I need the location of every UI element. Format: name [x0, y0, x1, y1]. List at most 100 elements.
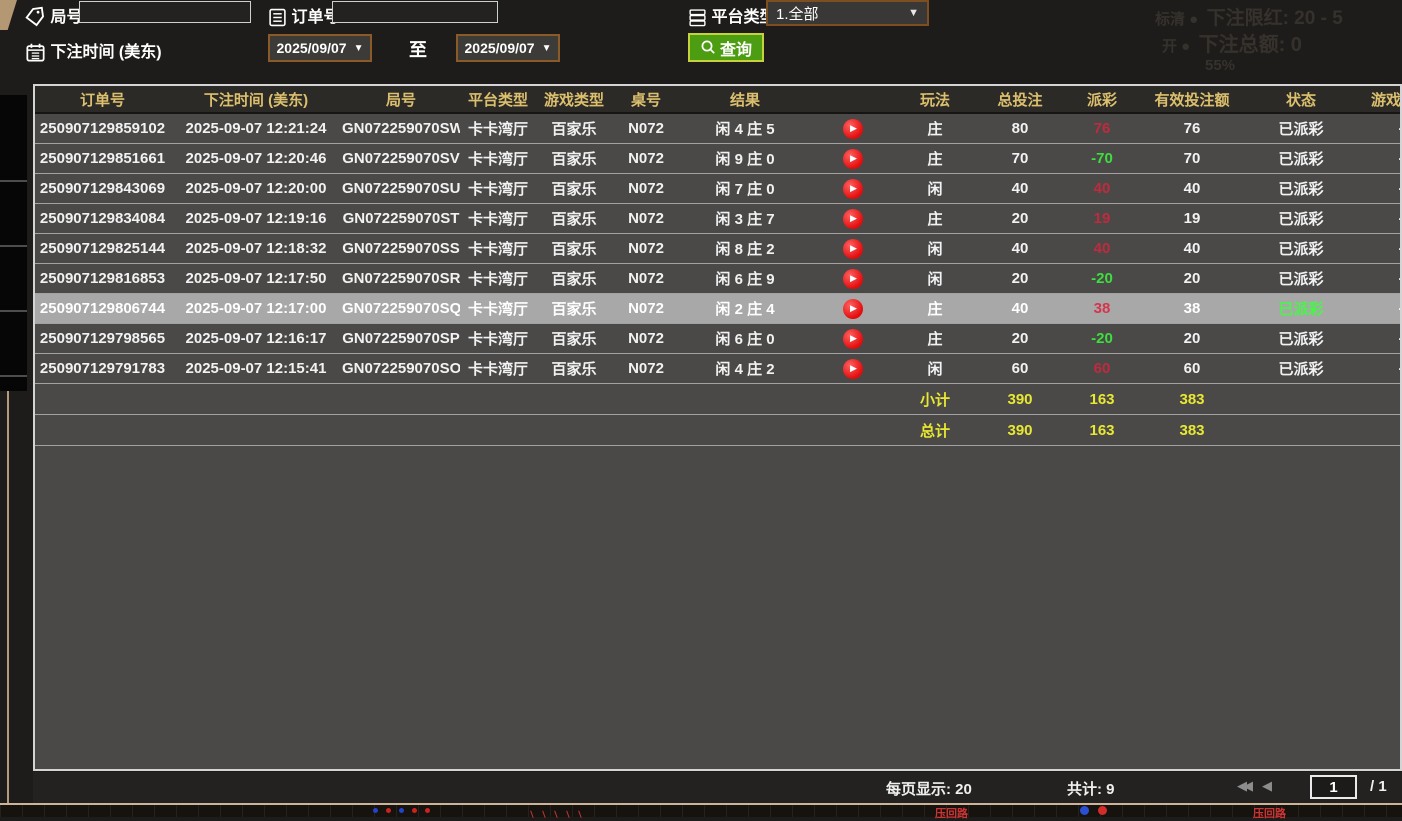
order-input[interactable]	[332, 1, 498, 23]
cell-table-number: N072	[612, 113, 680, 144]
table-row[interactable]: 250907129806744 2025-09-07 12:17:00 GN07…	[35, 294, 1402, 324]
road-circle-blue	[1080, 806, 1089, 815]
play-video-button[interactable]: ▶	[843, 179, 863, 199]
page-number-input[interactable]	[1310, 775, 1357, 799]
platform-type-select[interactable]: 1.全部 ▼	[766, 0, 929, 26]
background-left-line	[7, 391, 9, 803]
table-row[interactable]: 250907129798565 2025-09-07 12:16:17 GN07…	[35, 324, 1402, 354]
cell-table-number: N072	[612, 144, 680, 174]
cell-platform-type: 卡卡湾厅	[460, 354, 536, 384]
cell-total-bet: 40	[975, 294, 1065, 324]
cell-result: 闲 6 庄 0	[680, 324, 810, 354]
play-icon: ▶	[850, 334, 857, 343]
background-game-sliver: ﹨﹨﹨﹨﹨ 压回路 压回路	[0, 805, 1402, 817]
column-header: 总投注	[975, 86, 1065, 113]
cell-bet-type: 庄	[895, 204, 975, 234]
cell-payout: 40	[1065, 234, 1139, 264]
play-video-button[interactable]: ▶	[843, 119, 863, 139]
cell-bet-time: 2025-09-07 12:17:50	[170, 264, 342, 294]
round-field-label: 局号	[25, 3, 82, 28]
chevron-down-icon: ▼	[354, 43, 364, 54]
cell-status: 已派彩	[1245, 294, 1357, 324]
cell-bet-time: 2025-09-07 12:20:46	[170, 144, 342, 174]
table-row[interactable]: 250907129834084 2025-09-07 12:19:16 GN07…	[35, 204, 1402, 234]
cell-game-mode: -	[1357, 324, 1402, 354]
table-row[interactable]: 250907129843069 2025-09-07 12:20:00 GN07…	[35, 174, 1402, 204]
background-limit-text: 标清 ● 下注限红: 20 - 5	[1155, 3, 1343, 30]
play-video-button[interactable]: ▶	[843, 359, 863, 379]
table-row[interactable]: 250907129816853 2025-09-07 12:17:50 GN07…	[35, 264, 1402, 294]
column-header: 游戏类型	[536, 86, 612, 113]
subtotal-valid-bet: 383	[1139, 384, 1245, 415]
play-icon: ▶	[850, 214, 857, 223]
cell-platform-type: 卡卡湾厅	[460, 144, 536, 174]
play-video-button[interactable]: ▶	[843, 239, 863, 259]
cell-game-mode: -	[1357, 144, 1402, 174]
grand-total-total-bet: 390	[975, 415, 1065, 446]
cell-order-number: 250907129859102	[35, 113, 170, 144]
table-row[interactable]: 250907129859102 2025-09-07 12:21:24 GN07…	[35, 113, 1402, 144]
query-button[interactable]: 查询	[688, 33, 764, 62]
cell-table-number: N072	[612, 174, 680, 204]
cell-payout: 38	[1065, 294, 1139, 324]
play-icon: ▶	[850, 304, 857, 313]
column-header: 状态	[1245, 86, 1357, 113]
play-video-button[interactable]: ▶	[843, 149, 863, 169]
date-to-picker[interactable]: 2025/09/07 ▼	[456, 34, 560, 62]
cell-round-number: GN072259070ST	[342, 204, 460, 234]
table-row[interactable]: 250907129851661 2025-09-07 12:20:46 GN07…	[35, 144, 1402, 174]
play-video-button[interactable]: ▶	[843, 299, 863, 319]
date-from-picker[interactable]: 2025/09/07 ▼	[268, 34, 372, 62]
cell-round-number: GN072259070SR	[342, 264, 460, 294]
subtotal-label: 小计	[895, 384, 975, 415]
cell-total-bet: 40	[975, 234, 1065, 264]
cell-valid-bet: 38	[1139, 294, 1245, 324]
play-icon: ▶	[850, 184, 857, 193]
play-video-button[interactable]: ▶	[843, 209, 863, 229]
grand-total-payout: 163	[1065, 415, 1139, 446]
cell-order-number: 250907129825144	[35, 234, 170, 264]
cell-order-number: 250907129816853	[35, 264, 170, 294]
cell-platform-type: 卡卡湾厅	[460, 234, 536, 264]
cell-valid-bet: 60	[1139, 354, 1245, 384]
cell-status: 已派彩	[1245, 113, 1357, 144]
road-dot-blue	[399, 808, 404, 813]
cell-order-number: 250907129791783	[35, 354, 170, 384]
cell-valid-bet: 76	[1139, 113, 1245, 144]
prev-page-button[interactable]: ◀	[1262, 778, 1272, 794]
grand-total-row: 总计 390 163 383	[35, 415, 1402, 446]
cell-bet-type: 闲	[895, 354, 975, 384]
road-circle-red	[1098, 806, 1107, 815]
grand-total-label: 总计	[895, 415, 975, 446]
play-video-button[interactable]: ▶	[843, 329, 863, 349]
play-icon: ▶	[850, 244, 857, 253]
play-video-button[interactable]: ▶	[843, 269, 863, 289]
cell-replay: ▶	[810, 174, 895, 204]
column-header: 局号	[342, 86, 460, 113]
cell-status: 已派彩	[1245, 354, 1357, 384]
cell-result: 闲 4 庄 5	[680, 113, 810, 144]
cell-total-bet: 40	[975, 174, 1065, 204]
play-icon: ▶	[850, 274, 857, 283]
cell-replay: ▶	[810, 204, 895, 234]
column-header	[810, 86, 895, 113]
cell-payout: 19	[1065, 204, 1139, 234]
table-row[interactable]: 250907129791783 2025-09-07 12:15:41 GN07…	[35, 354, 1402, 384]
cell-payout: 76	[1065, 113, 1139, 144]
tag-icon	[24, 6, 48, 30]
column-header: 有效投注额	[1139, 86, 1245, 113]
cell-round-number: GN072259070SO	[342, 354, 460, 384]
round-input[interactable]	[79, 1, 251, 23]
cell-replay: ▶	[810, 264, 895, 294]
cell-valid-bet: 20	[1139, 324, 1245, 354]
cell-valid-bet: 70	[1139, 144, 1245, 174]
cell-replay: ▶	[810, 234, 895, 264]
per-page-label: 每页显示: 20	[886, 778, 972, 799]
cell-status: 已派彩	[1245, 144, 1357, 174]
query-button-label: 查询	[720, 36, 752, 60]
first-page-button[interactable]: ◀◀	[1237, 778, 1249, 794]
table-row[interactable]: 250907129825144 2025-09-07 12:18:32 GN07…	[35, 234, 1402, 264]
cell-bet-time: 2025-09-07 12:20:00	[170, 174, 342, 204]
cell-bet-time: 2025-09-07 12:19:16	[170, 204, 342, 234]
cell-table-number: N072	[612, 204, 680, 234]
